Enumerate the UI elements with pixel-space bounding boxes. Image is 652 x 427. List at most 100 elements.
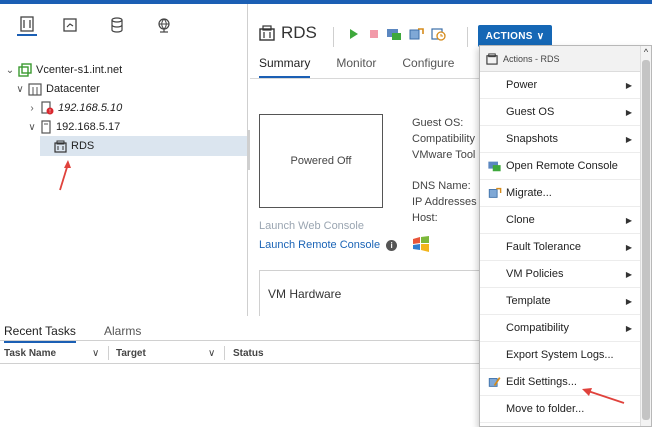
remote-console-icon[interactable] [386, 26, 402, 42]
column-divider [108, 346, 109, 360]
menu-item-open-remote-console[interactable]: Open Remote Console [480, 153, 640, 180]
menu-item-label: Migrate... [506, 187, 552, 199]
launch-remote-console-link[interactable]: Launch Remote Console i [259, 239, 398, 251]
vm-name: RDS [281, 23, 317, 42]
tree-item-vm-rds[interactable]: RDS [52, 136, 94, 156]
menu-item-label: Power [506, 79, 538, 91]
submenu-arrow-icon: ▶ [625, 270, 632, 279]
dns-name-label: DNS Name: [412, 180, 471, 192]
menu-item-vm-policies[interactable]: VM Policies ▶ [480, 261, 640, 288]
column-task-name[interactable]: Task Name [4, 348, 56, 359]
chevron-down-icon[interactable]: ∨ [92, 348, 99, 359]
menu-item-migrate[interactable]: Migrate... [480, 180, 640, 207]
remote-console-icon [487, 159, 502, 173]
snapshot-icon[interactable] [430, 26, 446, 42]
menu-item-label: Compatibility [506, 322, 569, 334]
tree-item-host-17[interactable]: ∨ 192.168.5.17 [26, 117, 120, 137]
chevron-down-icon[interactable]: ∨ [26, 122, 38, 133]
scroll-up-icon[interactable]: ^ [640, 46, 651, 58]
tree-item-label: Datacenter [46, 83, 100, 95]
datacenter-icon [28, 82, 42, 96]
submenu-arrow-icon: ▶ [625, 216, 632, 225]
launch-web-console-link[interactable]: Launch Web Console [259, 220, 364, 232]
vm-icon [259, 25, 275, 41]
inventory-navigator [0, 4, 248, 316]
actions-button[interactable]: ACTIONS ∨ [478, 25, 552, 47]
networking-icon[interactable] [154, 14, 174, 36]
menu-item-template[interactable]: Template ▶ [480, 288, 640, 315]
vmware-tools-label: VMware Tool [412, 149, 476, 161]
column-target[interactable]: Target [116, 348, 146, 359]
vcenter-icon [18, 63, 32, 77]
menu-item-label: Move to folder... [506, 403, 585, 415]
menu-item-label: Export System Logs... [506, 349, 614, 361]
tab-summary[interactable]: Summary [259, 56, 311, 78]
ip-addresses-label: IP Addresses [412, 196, 477, 208]
host-label: Host: [412, 212, 438, 224]
navigator-tabs [0, 4, 248, 44]
launch-remote-console-label: Launch Remote Console [259, 239, 381, 251]
tab-configure[interactable]: Configure [402, 56, 454, 78]
column-status[interactable]: Status [233, 348, 264, 359]
migrate-icon [487, 186, 502, 200]
windows-logo-icon [412, 236, 430, 255]
menu-item-label: Edit Settings... [506, 376, 577, 388]
annotation-arrow [59, 160, 71, 191]
actions-menu: Actions - RDS Power ▶ Guest OS ▶ Snapshots… [479, 45, 652, 427]
vm-icon [54, 140, 67, 153]
edit-settings-icon [487, 375, 502, 389]
storage-icon[interactable] [107, 14, 127, 36]
tree-item-label: RDS [71, 140, 95, 152]
vms-and-templates-icon[interactable] [60, 14, 80, 36]
menu-scrollbar-thumb[interactable] [642, 60, 650, 420]
menu-item-label: Guest OS [506, 106, 555, 118]
tree-item-host-10[interactable]: › ! 192.168.5.10 [26, 98, 122, 118]
actions-menu-header: Actions - RDS [480, 46, 640, 72]
submenu-arrow-icon: ▶ [625, 108, 632, 117]
power-off-icon[interactable] [366, 26, 382, 42]
menu-item-label: Open Remote Console [506, 160, 618, 172]
tree-item-datacenter[interactable]: ∨ Datacenter [14, 79, 100, 99]
submenu-arrow-icon: ▶ [625, 297, 632, 306]
chevron-right-icon[interactable]: › [26, 103, 38, 114]
annotation-arrow [582, 388, 625, 404]
menu-item-compatibility[interactable]: Compatibility ▶ [480, 315, 640, 342]
vm-icon [486, 52, 498, 65]
toolbar-divider [467, 27, 468, 47]
menu-item-fault-tolerance[interactable]: Fault Tolerance ▶ [480, 234, 640, 261]
chevron-down-icon[interactable]: ∨ [208, 348, 215, 359]
tree-item-label: 192.168.5.10 [58, 102, 123, 114]
submenu-arrow-icon: ▶ [625, 135, 632, 144]
hosts-and-clusters-icon[interactable] [17, 14, 37, 36]
menu-item-guest-os[interactable]: Guest OS ▶ [480, 99, 640, 126]
submenu-arrow-icon: ▶ [625, 243, 632, 252]
menu-item-clone[interactable]: Clone ▶ [480, 207, 640, 234]
chevron-down-icon[interactable]: ∨ [14, 84, 26, 95]
submenu-arrow-icon: ▶ [625, 81, 632, 90]
svg-text:!: ! [49, 109, 51, 115]
guest-os-label: Guest OS: [412, 117, 464, 129]
menu-item-snapshots[interactable]: Snapshots ▶ [480, 126, 640, 153]
power-on-icon[interactable] [346, 26, 362, 42]
migrate-icon[interactable] [408, 26, 424, 42]
menu-item-label: Template [506, 295, 551, 307]
toolbar-divider [333, 27, 334, 47]
menu-item-export-system-logs[interactable]: Export System Logs... [480, 342, 640, 369]
menu-item-label: Snapshots [506, 133, 558, 145]
tree-item-label: 192.168.5.17 [56, 121, 121, 133]
tab-monitor[interactable]: Monitor [336, 56, 376, 78]
page-title: RDS [259, 23, 317, 43]
menu-item-label: Fault Tolerance [506, 241, 582, 253]
actions-label: ACTIONS [485, 30, 533, 42]
chevron-down-icon[interactable]: ⌄ [4, 65, 16, 76]
info-icon[interactable]: i [386, 239, 398, 251]
tab-alarms[interactable]: Alarms [104, 324, 141, 338]
vm-console-thumbnail[interactable]: Powered Off [259, 114, 383, 208]
menu-item-label: Clone [506, 214, 535, 226]
compatibility-label: Compatibility [412, 133, 475, 145]
menu-item-power[interactable]: Power ▶ [480, 72, 640, 99]
vm-hardware-title: VM Hardware [268, 287, 342, 301]
tree-item-vcenter[interactable]: ⌄ Vcenter-s1.int.net [4, 60, 122, 80]
panel-resize-handle[interactable] [247, 130, 250, 170]
object-tabs: Summary Monitor Configure [259, 56, 480, 78]
